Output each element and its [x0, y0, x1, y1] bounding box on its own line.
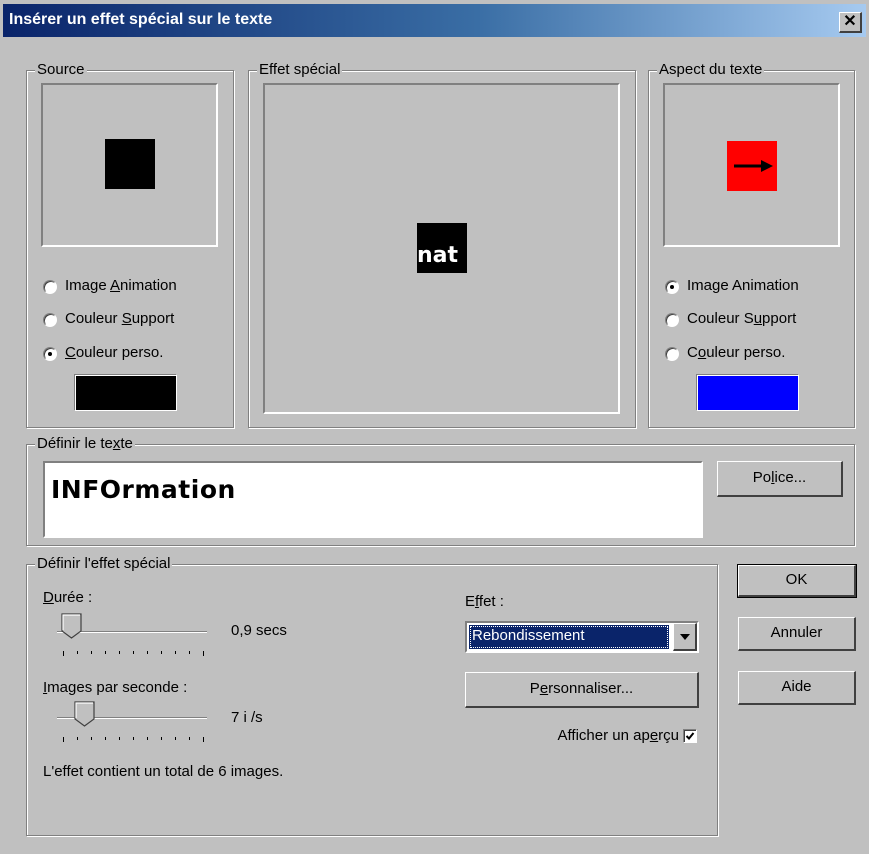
radio-indicator	[665, 347, 679, 361]
source-legend: Source	[35, 61, 87, 78]
slider-tick	[175, 737, 176, 740]
slider-tick	[203, 737, 204, 742]
slider-tick	[147, 651, 148, 654]
duration-label: Durée :	[43, 589, 93, 606]
close-icon: ✕	[843, 13, 857, 30]
effect-select-dropdown-button[interactable]	[673, 623, 697, 651]
radio-indicator	[43, 313, 57, 327]
slider-tick	[119, 651, 120, 654]
effect-select[interactable]: Rebondissement	[465, 621, 699, 653]
checkmark-icon	[685, 732, 695, 740]
text-input-value: INFOrmation	[51, 475, 236, 504]
effect-label: Effet :	[465, 593, 504, 610]
preview-checkbox-label: Afficher un aperçu	[557, 727, 679, 744]
slider-tick	[77, 737, 78, 740]
title-bar: Insérer un effet spécial sur le texte ✕	[3, 4, 866, 37]
effect-preview-legend: Effet spécial	[257, 61, 343, 78]
customize-button[interactable]: Personnaliser...	[465, 672, 699, 708]
slider-tick	[63, 737, 64, 742]
aspect-legend: Aspect du texte	[657, 61, 765, 78]
radio-label: Couleur Support	[65, 310, 175, 327]
radio-label: Couleur perso.	[65, 344, 164, 361]
cancel-button[interactable]: Annuler	[738, 617, 856, 651]
effect-select-value: Rebondissement	[469, 625, 669, 649]
slider-tick	[133, 737, 134, 740]
close-button[interactable]: ✕	[839, 12, 862, 33]
slider-tick	[105, 737, 106, 740]
help-button[interactable]: Aide	[738, 671, 856, 705]
radio-indicator	[665, 280, 679, 294]
slider-tick	[147, 737, 148, 740]
dialog-window: Insérer un effet spécial sur le texte ✕ …	[0, 0, 869, 854]
preview-checkbox[interactable]	[683, 729, 697, 743]
total-images-text: L'effet contient un total de 6 images.	[43, 763, 284, 780]
slider-tick	[133, 651, 134, 654]
effect-preview-sample: nat	[417, 223, 467, 273]
slider-tick	[119, 737, 120, 740]
radio-label: Image Animation	[65, 277, 177, 294]
slider-tick	[203, 651, 204, 656]
slider-tick	[63, 651, 64, 656]
chevron-down-icon	[680, 634, 690, 640]
aspect-custom-color-swatch[interactable]	[697, 375, 799, 411]
text-group-legend: Définir le texte	[35, 435, 135, 452]
slider-tick	[91, 737, 92, 740]
source-group: Source Image Animation Couleur Support C…	[26, 61, 234, 428]
preview-checkbox-row[interactable]: Afficher un aperçu	[537, 727, 699, 747]
text-input[interactable]: INFOrmation	[43, 461, 703, 538]
slider-tick	[161, 737, 162, 740]
fps-slider-ticks	[63, 737, 204, 745]
slider-tick	[161, 651, 162, 654]
slider-tick	[105, 651, 106, 654]
source-custom-color-swatch[interactable]	[75, 375, 177, 411]
right-arrow-icon	[734, 160, 773, 172]
source-preview	[41, 83, 218, 247]
window-title: Insérer un effet spécial sur le texte	[9, 11, 273, 28]
source-preview-square	[105, 139, 155, 189]
slider-tick	[77, 651, 78, 654]
radio-indicator	[43, 280, 57, 294]
text-group: Définir le texte INFOrmation Police...	[26, 435, 855, 546]
slider-tick	[91, 651, 92, 654]
radio-indicator	[665, 313, 679, 327]
effect-preview-group: Effet spécial nat	[248, 61, 636, 428]
radio-label: Image Animation	[687, 277, 799, 294]
fps-label: Images par seconde :	[43, 679, 188, 696]
effect-preview-text: nat	[417, 243, 459, 268]
radio-label: Couleur Support	[687, 310, 797, 327]
fps-value: 7 i /s	[231, 709, 263, 726]
aspect-preview-square	[727, 141, 777, 191]
slider-tick	[189, 651, 190, 654]
aspect-preview	[663, 83, 840, 247]
radio-indicator	[43, 347, 57, 361]
ok-button[interactable]: OK	[737, 564, 857, 598]
radio-label: Couleur perso.	[687, 344, 786, 361]
slider-tick	[189, 737, 190, 740]
effect-settings-group: Définir l'effet spécial Durée : 0,9 secs…	[26, 555, 718, 836]
font-button[interactable]: Police...	[717, 461, 843, 497]
duration-slider-thumb[interactable]	[61, 613, 83, 639]
effect-preview-area: nat	[263, 83, 620, 414]
effect-settings-legend: Définir l'effet spécial	[35, 555, 173, 572]
fps-slider-thumb[interactable]	[74, 701, 96, 727]
duration-value: 0,9 secs	[231, 622, 287, 639]
duration-slider-ticks	[63, 651, 204, 659]
slider-tick	[175, 651, 176, 654]
aspect-group: Aspect du texte Image Animation Couleur …	[648, 61, 855, 428]
